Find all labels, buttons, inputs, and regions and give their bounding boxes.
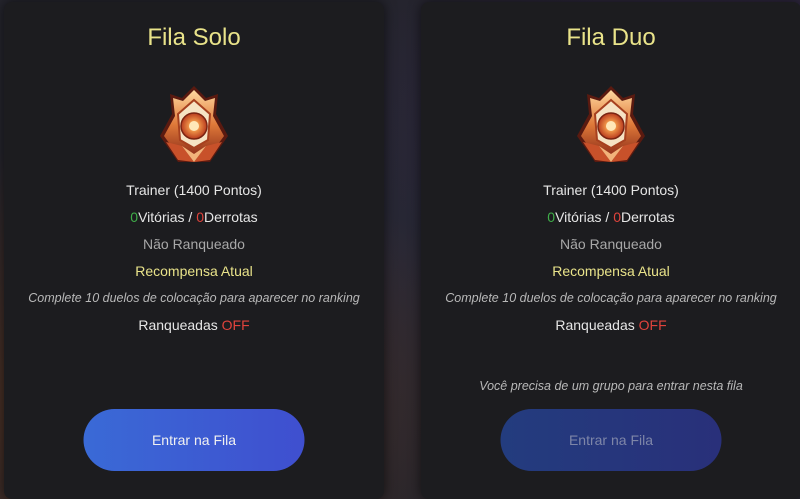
- current-reward-link[interactable]: Recompensa Atual: [4, 263, 384, 279]
- losses-count: 0: [196, 209, 204, 225]
- rank-text: Trainer (1400 Pontos): [126, 182, 262, 198]
- ranking-status: Não Ranqueado: [560, 236, 662, 252]
- wins-label: Vitórias: [138, 209, 185, 225]
- placement-notice: Complete 10 duelos de colocação para apa…: [445, 291, 777, 305]
- rank-text: Trainer (1400 Pontos): [543, 182, 679, 198]
- join-solo-queue-button[interactable]: Entrar na Fila: [83, 409, 305, 471]
- current-reward-link[interactable]: Recompensa Atual: [421, 263, 800, 279]
- ranked-status: Ranqueadas OFF: [421, 317, 800, 333]
- ranked-state: OFF: [638, 317, 667, 333]
- solo-queue-card: Fila Solo Trainer (1400 Pontos) 0Vitória…: [4, 2, 384, 499]
- duo-queue-card: Fila Duo Trainer (1400 Pontos) 0Vitórias…: [421, 2, 800, 499]
- ranked-status: Ranqueadas OFF: [4, 317, 384, 333]
- ranking-status: Não Ranqueado: [143, 236, 245, 252]
- losses-label: Derrotas: [621, 209, 675, 225]
- wins-label: Vitórias: [555, 209, 602, 225]
- record-separator: /: [184, 209, 197, 225]
- ranked-state: OFF: [221, 317, 250, 333]
- queue-title: Fila Duo: [566, 24, 656, 51]
- join-duo-queue-button[interactable]: Entrar na Fila: [500, 409, 722, 471]
- losses-label: Derrotas: [204, 209, 258, 225]
- queue-title: Fila Solo: [147, 24, 241, 51]
- placement-notice: Complete 10 duelos de colocação para apa…: [28, 291, 360, 305]
- ranked-label: Ranqueadas: [555, 317, 635, 333]
- record-separator: /: [601, 209, 614, 225]
- wins-count: 0: [547, 209, 556, 225]
- win-loss-record: 0Vitórias / 0Derrotas: [421, 209, 800, 225]
- win-loss-record: 0Vitórias / 0Derrotas: [4, 209, 384, 225]
- ranked-label: Ranqueadas: [138, 317, 218, 333]
- trainer-rank-badge-icon: [160, 86, 228, 162]
- losses-count: 0: [613, 209, 621, 225]
- wins-count: 0: [130, 209, 139, 225]
- trainer-rank-badge-icon: [577, 86, 645, 162]
- group-required-notice: Você precisa de um grupo para entrar nes…: [479, 379, 743, 393]
